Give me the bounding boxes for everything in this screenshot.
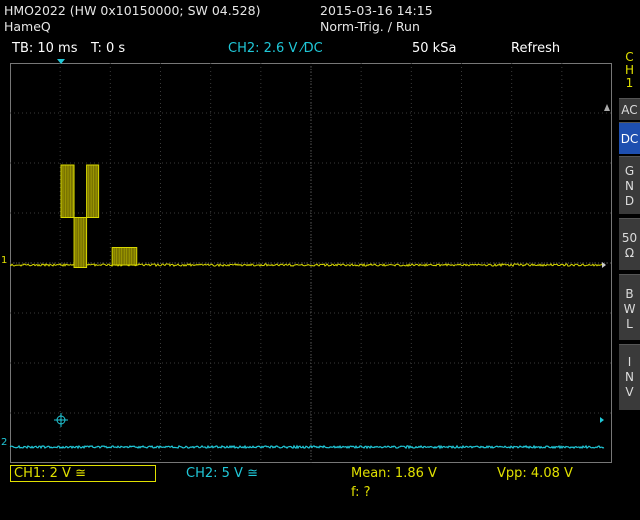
ch1-scale-readout[interactable]: CH1: 2 V ≅ xyxy=(10,465,156,482)
inv-letter-i: I xyxy=(619,355,640,370)
instrument-name: HameQ xyxy=(4,19,51,34)
trigger-status: Norm-Trig. / Run xyxy=(320,19,420,34)
instrument-model: HMO2022 (HW 0x10150000; SW 04.528) xyxy=(4,3,260,18)
dc-coupling-button[interactable]: DC xyxy=(619,122,640,154)
ch2-scale-readout[interactable]: CH2: 5 V ≅ xyxy=(186,466,258,481)
gnd-letter-g: G xyxy=(619,164,640,179)
ch2-level-marker: 2 xyxy=(1,437,7,448)
ohm-value: 50 xyxy=(619,231,640,246)
mean-measurement: Mean: 1.86 V xyxy=(351,466,437,481)
ac-coupling-button[interactable]: AC xyxy=(619,98,640,120)
bwl-letter-w: W xyxy=(619,302,640,317)
inv-letter-v: V xyxy=(619,385,640,400)
frequency-measurement: f: ? xyxy=(351,485,371,500)
gnd-letter-d: D xyxy=(619,194,640,209)
ohm-icon: Ω xyxy=(619,246,640,261)
bandwidth-limit-button[interactable]: B W L xyxy=(619,274,640,340)
inv-letter-n: N xyxy=(619,370,640,385)
acquisition-mode[interactable]: Refresh xyxy=(511,41,560,56)
dc-label: DC xyxy=(621,132,639,146)
gnd-button[interactable]: G N D xyxy=(619,156,640,214)
datetime: 2015-03-16 14:15 xyxy=(320,3,433,18)
ch1-level-marker: 1 xyxy=(1,255,7,266)
invert-button[interactable]: I N V xyxy=(619,344,640,410)
waveform-display[interactable] xyxy=(10,63,612,463)
trigger-time-readout[interactable]: T: 0 s xyxy=(91,41,125,56)
bwl-letter-l: L xyxy=(619,317,640,332)
top-info-bar: TB: 10 ms T: 0 s CH2: 2.6 V ⁄DC 50 kSa R… xyxy=(0,40,612,60)
ac-label: AC xyxy=(621,103,637,117)
timebase-readout[interactable]: TB: 10 ms xyxy=(12,41,77,56)
bwl-letter-b: B xyxy=(619,287,640,302)
channel-indicator: C H 1 xyxy=(619,49,640,93)
trigger-readout[interactable]: CH2: 2.6 V ⁄DC xyxy=(228,41,323,56)
vpp-measurement: Vpp: 4.08 V xyxy=(497,466,573,481)
samplerate-readout: 50 kSa xyxy=(412,41,456,56)
impedance-50-ohm-button[interactable]: 50 Ω xyxy=(619,218,640,270)
gnd-letter-n: N xyxy=(619,179,640,194)
channel-number: 1 xyxy=(619,77,640,90)
